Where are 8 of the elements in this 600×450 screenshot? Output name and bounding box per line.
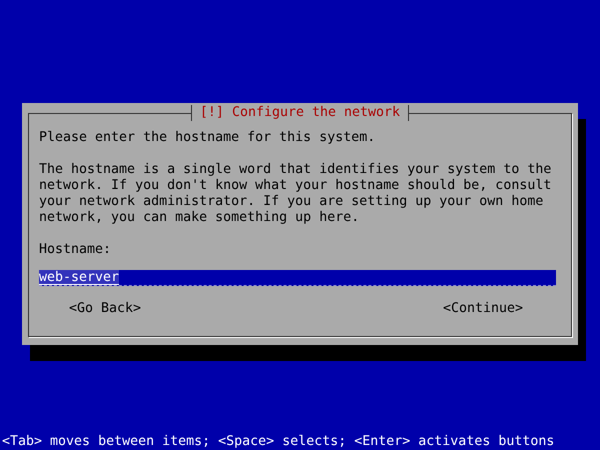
- field-label: Hostname:: [39, 242, 112, 258]
- help-line: <Tab> moves between items; <Space> selects; <Enter> activates buttons: [2, 434, 554, 450]
- description-text: The hostname is a single word that identifies your system to the network. If you don't know what your hostname should be, consult your network administrator. If you are setting up your own home network, you can make something up here.: [39, 162, 552, 226]
- dialog-button[interactable]: <Continue>: [442, 301, 523, 317]
- prompt-text: Please enter the hostname for this system.: [39, 130, 376, 146]
- hostname-field[interactable]: web-server: [39, 270, 556, 286]
- dialog-title: [!] Configure the network: [190, 105, 410, 121]
- dialog-button[interactable]: <Go Back>: [69, 301, 142, 317]
